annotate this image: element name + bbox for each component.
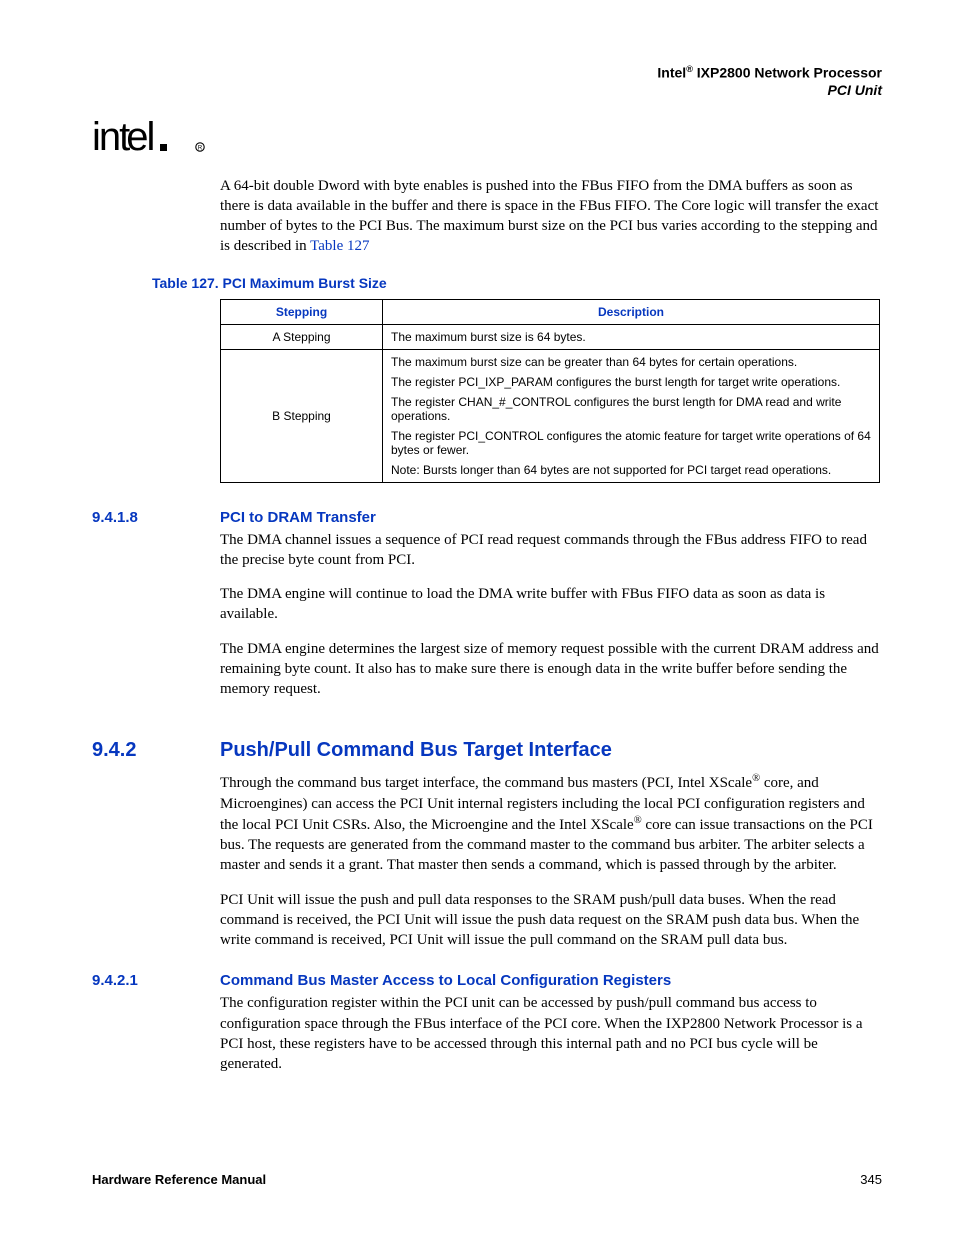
header-unit: PCI Unit <box>92 82 882 100</box>
desc-line: The register PCI_CONTROL configures the … <box>391 429 871 457</box>
paragraph: PCI Unit will issue the push and pull da… <box>220 890 882 951</box>
desc-line: The register PCI_IXP_PARAM configures th… <box>391 375 871 389</box>
cell-description: The maximum burst size is 64 bytes. <box>383 324 880 349</box>
section-heading-9-4-2-1: 9.4.2.1 Command Bus Master Access to Loc… <box>92 972 882 989</box>
paragraph: The DMA engine determines the largest si… <box>220 639 882 700</box>
table-header-stepping: Stepping <box>221 299 383 324</box>
pci-max-burst-table: Stepping Description A Stepping The maxi… <box>220 299 880 483</box>
table-row: B Stepping The maximum burst size can be… <box>221 349 880 482</box>
desc-line: The maximum burst size is 64 bytes. <box>391 330 871 344</box>
paragraph: The configuration register within the PC… <box>220 993 882 1074</box>
cell-stepping: B Stepping <box>221 349 383 482</box>
text-run: Through the command bus target interface… <box>220 775 752 791</box>
intro-paragraph: A 64-bit double Dword with byte enables … <box>220 176 882 271</box>
footer-doc-title: Hardware Reference Manual <box>92 1172 266 1187</box>
section-number: 9.4.2.1 <box>92 972 220 989</box>
table-crossref[interactable]: Table 127 <box>310 238 369 254</box>
svg-text:R: R <box>198 145 203 151</box>
header-product-suffix: IXP2800 Network Processor <box>693 65 882 81</box>
section-title: PCI to DRAM Transfer <box>220 509 376 526</box>
section-heading-9-4-1-8: 9.4.1.8 PCI to DRAM Transfer <box>92 509 882 526</box>
section-heading-9-4-2: 9.4.2 Push/Pull Command Bus Target Inter… <box>92 739 882 762</box>
registered-mark: ® <box>686 64 693 74</box>
desc-line: The register CHAN_#_CONTROL configures t… <box>391 395 871 423</box>
section-title: Command Bus Master Access to Local Confi… <box>220 972 671 989</box>
section-number: 9.4.2 <box>92 739 220 762</box>
paragraph: Through the command bus target interface… <box>220 772 882 875</box>
cell-description: The maximum burst size can be greater th… <box>383 349 880 482</box>
section-number: 9.4.1.8 <box>92 509 220 526</box>
intel-logo: intel R <box>92 116 882 158</box>
paragraph: The DMA engine will continue to load the… <box>220 584 882 625</box>
paragraph: The DMA channel issues a sequence of PCI… <box>220 530 882 571</box>
table-caption: Table 127. PCI Maximum Burst Size <box>152 275 882 291</box>
page-header: Intel® IXP2800 Network Processor PCI Uni… <box>92 64 882 100</box>
desc-line: The maximum burst size can be greater th… <box>391 355 871 369</box>
section-title: Push/Pull Command Bus Target Interface <box>220 739 612 762</box>
table-header-description: Description <box>383 299 880 324</box>
page-footer: Hardware Reference Manual 345 <box>92 1142 882 1187</box>
registered-mark: ® <box>634 815 642 826</box>
header-product-prefix: Intel <box>657 65 686 81</box>
footer-page-number: 345 <box>860 1172 882 1187</box>
registered-mark: ® <box>752 773 760 784</box>
table-row: A Stepping The maximum burst size is 64 … <box>221 324 880 349</box>
svg-text:intel: intel <box>92 116 154 158</box>
desc-line: Note: Bursts longer than 64 bytes are no… <box>391 463 871 477</box>
cell-stepping: A Stepping <box>221 324 383 349</box>
